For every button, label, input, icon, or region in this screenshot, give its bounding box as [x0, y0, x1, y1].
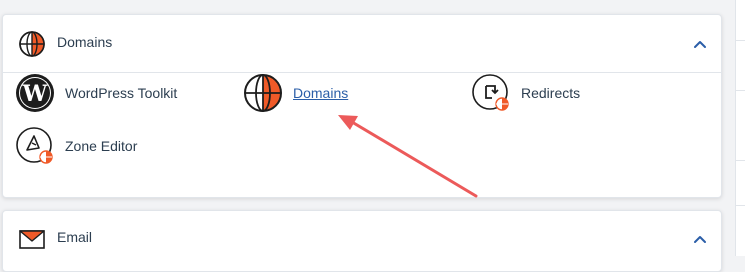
globe-icon	[19, 31, 45, 57]
email-section-title: Email	[57, 229, 93, 245]
domains-section-title: Domains	[57, 34, 113, 50]
redirects-label: Redirects	[521, 85, 581, 101]
envelope-icon	[19, 230, 45, 249]
zone-editor-link[interactable]: Zone Editor	[15, 126, 137, 166]
domains-label[interactable]: Domains	[293, 85, 348, 101]
email-section-header[interactable]: Email	[3, 211, 721, 268]
zone-editor-label: Zone Editor	[65, 138, 138, 154]
domains-section-header[interactable]: Domains	[3, 15, 721, 72]
zone-editor-icon	[15, 126, 55, 166]
email-section-panel: Email	[2, 210, 722, 272]
globe-icon	[243, 73, 283, 113]
chevron-up-icon[interactable]	[693, 232, 707, 246]
adjacent-panel-edge	[735, 0, 745, 256]
wordpress-toolkit-link[interactable]: W WordPress Toolkit	[15, 73, 177, 113]
chevron-up-icon[interactable]	[693, 37, 707, 51]
redirect-icon	[471, 73, 511, 113]
adjacent-panel-divider	[736, 160, 745, 161]
adjacent-panel-divider	[736, 40, 745, 41]
redirects-link[interactable]: Redirects	[471, 73, 580, 113]
adjacent-panel-divider	[736, 205, 745, 206]
wordpress-toolkit-label: WordPress Toolkit	[65, 85, 178, 101]
adjacent-panel-divider	[736, 90, 745, 91]
domains-link[interactable]: Domains	[243, 73, 348, 113]
wordpress-icon: W	[15, 73, 55, 113]
svg-text:W: W	[22, 81, 48, 107]
